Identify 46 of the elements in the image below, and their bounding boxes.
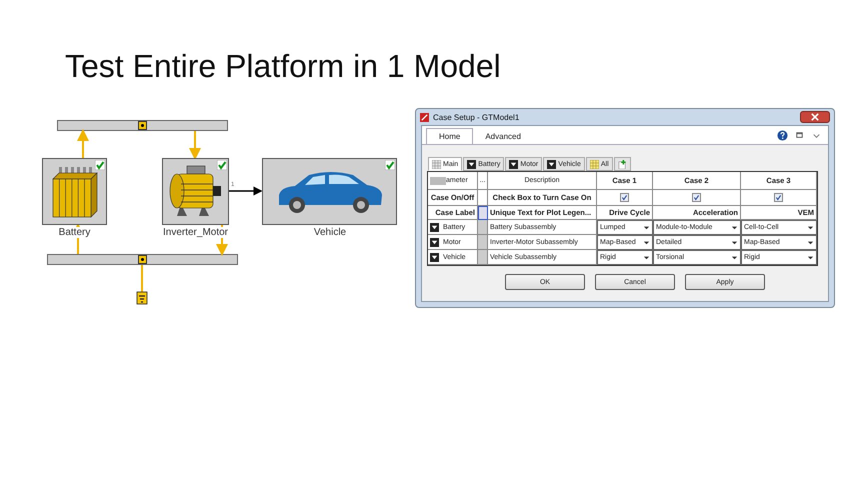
checkbox[interactable] (620, 193, 629, 202)
connector-arrow (189, 131, 201, 160)
help-icon[interactable] (777, 130, 788, 141)
minimize-ribbon-icon[interactable] (794, 130, 805, 141)
dropdown-arrow-icon (731, 239, 738, 246)
dropdown-arrow-icon (807, 239, 814, 246)
checkbox[interactable] (692, 193, 701, 202)
table-icon (590, 160, 599, 168)
window-title: Case Setup - GTModel1 (433, 112, 520, 122)
dropdown-arrow-icon (731, 254, 738, 261)
component-block[interactable] (262, 158, 397, 225)
row-marker (478, 235, 488, 250)
grid-icon (432, 160, 441, 168)
close-button[interactable] (800, 111, 830, 123)
dropdown-arrow-icon (643, 239, 650, 246)
checkmark-icon (385, 160, 395, 170)
ribbon-tab[interactable]: Home (426, 128, 474, 144)
close-icon (811, 113, 819, 121)
signal-arrow (229, 186, 262, 196)
checkmark-icon (217, 160, 227, 170)
checkmark-icon (95, 160, 105, 170)
dropdown-icon (430, 238, 439, 246)
dropdown-arrow-icon (643, 254, 650, 261)
dropdown-icon (430, 222, 439, 232)
dropdown-icon (509, 160, 518, 168)
app-icon (420, 112, 429, 122)
selected-cell[interactable] (478, 206, 488, 220)
checkbox[interactable] (774, 193, 783, 202)
ground-icon (136, 292, 148, 304)
ribbon-tab[interactable]: Advanced (473, 128, 533, 144)
dropdown-icon (430, 252, 439, 262)
dropdown-arrow-icon (807, 254, 814, 261)
dropdown-arrow-icon (807, 224, 814, 231)
row-marker (478, 250, 488, 265)
connector-line (141, 265, 143, 292)
dropdown-icon (467, 160, 476, 168)
component-block[interactable] (162, 158, 229, 225)
component-block[interactable] (42, 158, 107, 225)
add-tab-button[interactable] (614, 157, 631, 171)
connector-arrow (77, 129, 89, 158)
dropdown-arrow-icon (643, 224, 650, 231)
dropdown-arrow-icon (731, 224, 738, 231)
add-sheet-icon (618, 160, 627, 168)
dropdown-icon (547, 160, 556, 168)
slide-title: Test Entire Platform in 1 Model (65, 47, 502, 86)
row-marker (478, 220, 488, 235)
